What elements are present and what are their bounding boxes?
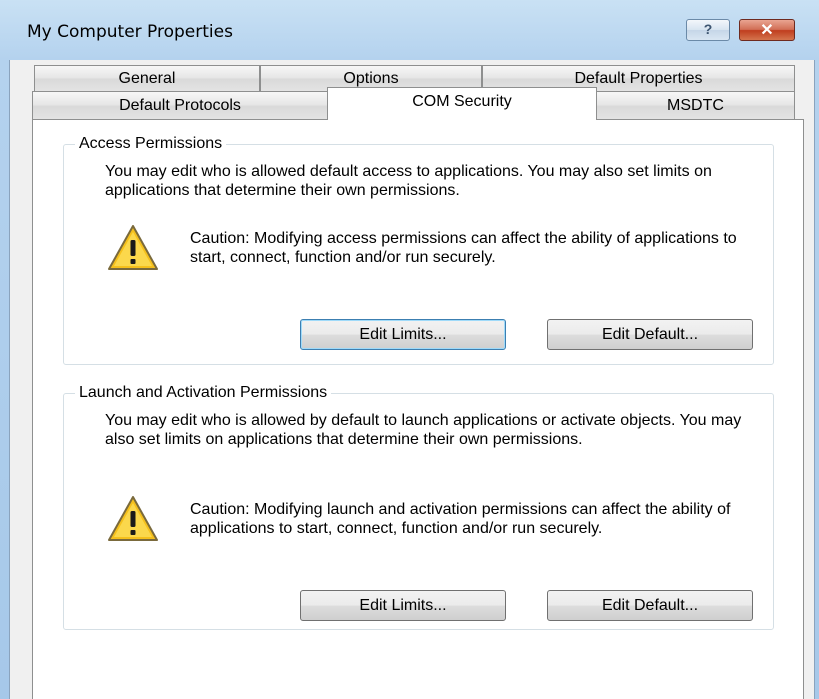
tab-default-protocols[interactable]: Default Protocols [32,91,328,119]
access-edit-default-button[interactable]: Edit Default... [547,319,753,350]
launch-edit-limits-button[interactable]: Edit Limits... [300,590,506,621]
tab-msdtc[interactable]: MSDTC [596,91,795,119]
window-title: My Computer Properties [27,22,233,42]
launch-permissions-legend: Launch and Activation Permissions [75,384,332,402]
access-permissions-legend: Access Permissions [75,135,227,153]
launch-description: You may edit who is allowed by default t… [105,412,742,448]
access-caution: Caution: Modifying access permissions ca… [190,230,737,266]
tab-general[interactable]: General [34,65,260,91]
title-bar[interactable]: My Computer Properties ? ✕ [0,0,819,60]
warning-icon [108,225,158,270]
close-button[interactable]: ✕ [739,19,795,41]
close-icon: ✕ [760,22,774,39]
properties-window: My Computer Properties ? ✕ General Optio… [0,0,819,699]
access-edit-limits-button[interactable]: Edit Limits... [300,319,506,350]
help-icon: ? [703,21,713,37]
com-security-panel: Access Permissions You may edit who is a… [32,119,804,699]
dialog-body: General Options Default Properties Defau… [9,60,815,699]
launch-caution: Caution: Modifying launch and activation… [190,501,731,537]
launch-edit-default-button[interactable]: Edit Default... [547,590,753,621]
access-description: You may edit who is allowed default acce… [105,163,712,199]
warning-icon [108,496,158,541]
help-button[interactable]: ? [686,19,730,41]
tab-com-security[interactable]: COM Security [327,87,597,120]
